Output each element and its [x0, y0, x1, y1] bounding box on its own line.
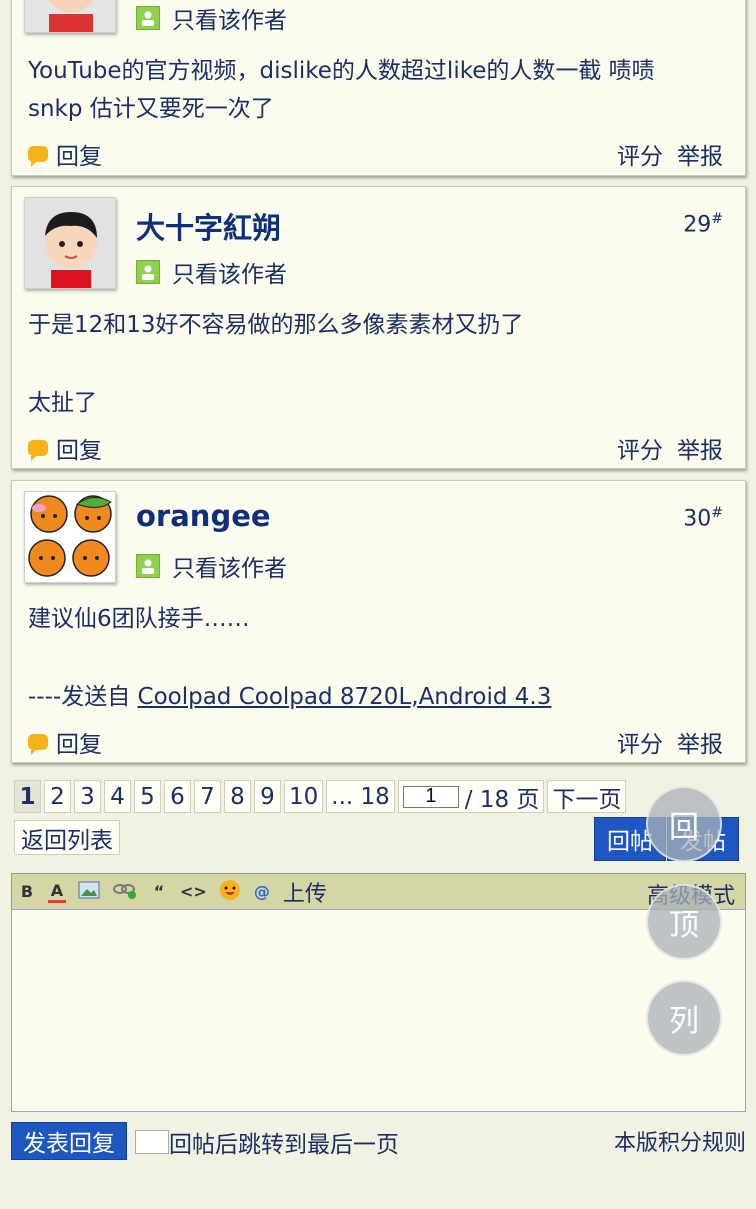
- post-actions: 回复 评分 举报: [28, 725, 723, 759]
- jump-last-checkbox[interactable]: [135, 1130, 169, 1154]
- submit-row: 发表回复 回帖后跳转到最后一页 本版积分规则: [11, 1122, 746, 1162]
- post-card: 大十字紅朔 29# 只看该作者 于是12和13好不容易做的那么多像素素材又扔了 …: [11, 186, 746, 469]
- quote-icon[interactable]: “: [150, 882, 168, 901]
- floor-value: 30: [683, 506, 712, 532]
- page-8[interactable]: 8: [224, 780, 251, 813]
- reply-label: 回复: [56, 438, 102, 464]
- page-5[interactable]: 5: [134, 780, 161, 813]
- avatar[interactable]: [24, 491, 116, 583]
- avatar[interactable]: [24, 0, 116, 33]
- post-content-line: 太扯了: [28, 390, 97, 416]
- only-author-label: 只看该作者: [172, 556, 287, 582]
- code-icon[interactable]: <>: [180, 882, 207, 901]
- rules-link[interactable]: 本版积分规则: [614, 1125, 746, 1157]
- floor-mark: #: [711, 211, 723, 227]
- only-author-label: 只看该作者: [172, 8, 287, 34]
- chat-bubble-icon: [28, 440, 48, 461]
- floating-top-button[interactable]: 顶: [646, 884, 722, 960]
- post-content-line: 于是12和13好不容易做的那么多像素素材又扔了: [28, 312, 524, 338]
- reply-label: 回复: [56, 732, 102, 758]
- signature-prefix: ----发送自: [28, 684, 138, 710]
- page-last[interactable]: ... 18: [326, 780, 395, 813]
- floor-number: 30#: [683, 505, 723, 531]
- author-name[interactable]: 大十字紅朔: [136, 205, 281, 247]
- rate-link[interactable]: 评分: [617, 137, 663, 171]
- page-jump: / 18 页: [397, 780, 545, 813]
- post-right-actions: 评分 举报: [617, 431, 723, 465]
- only-author-label: 只看该作者: [172, 262, 287, 288]
- submit-reply-button[interactable]: 发表回复: [11, 1122, 127, 1160]
- author-name[interactable]: orangee: [136, 499, 271, 533]
- page-9[interactable]: 9: [254, 780, 281, 813]
- reply-link[interactable]: 回复: [28, 725, 102, 759]
- pagination: 1 2 3 4 5 6 7 8 9 10 ... 18 / 18 页 下一页: [14, 780, 627, 813]
- post-right-actions: 评分 举报: [617, 725, 723, 759]
- link-icon[interactable]: [112, 881, 138, 903]
- reply-link[interactable]: 回复: [28, 431, 102, 465]
- device-link[interactable]: Coolpad Coolpad 8720L,Android 4.3: [138, 684, 552, 710]
- floating-list-button[interactable]: 列: [646, 980, 722, 1056]
- page-2[interactable]: 2: [44, 780, 71, 813]
- next-page-button[interactable]: 下一页: [547, 780, 627, 813]
- avatar[interactable]: [24, 197, 116, 289]
- chat-bubble-icon: [28, 734, 48, 755]
- chat-bubble-icon: [28, 146, 48, 167]
- only-author-link[interactable]: 只看该作者: [136, 1, 287, 35]
- post-content-line: YouTube的官方视频，dislike的人数超过like的人数一截 啧啧: [28, 58, 655, 84]
- page-7[interactable]: 7: [194, 780, 221, 813]
- floor-mark: #: [711, 505, 723, 521]
- post-card: orangee 30# 只看该作者 建议仙6团队接手…… ----发送自 Coo…: [11, 480, 746, 763]
- bold-icon[interactable]: B: [18, 882, 36, 901]
- floating-reply-button[interactable]: 回: [646, 786, 722, 862]
- page-10[interactable]: 10: [284, 780, 324, 813]
- page-number-input[interactable]: [402, 785, 459, 808]
- page-4[interactable]: 4: [104, 780, 131, 813]
- reply-label: 回复: [56, 144, 102, 170]
- floor-value: 29: [683, 212, 712, 238]
- page-3[interactable]: 3: [74, 780, 101, 813]
- avatar-image: [25, 198, 115, 288]
- report-link[interactable]: 举报: [677, 431, 723, 465]
- editor-toolbar: B A “ <> @ 上传 高级模式: [11, 873, 746, 910]
- avatar-image: [25, 0, 115, 32]
- emoji-icon[interactable]: [219, 879, 241, 905]
- reply-textarea[interactable]: [11, 909, 746, 1112]
- back-to-list-button[interactable]: 返回列表: [14, 820, 120, 855]
- avatar-image: [25, 492, 115, 582]
- page-1[interactable]: 1: [14, 780, 41, 813]
- post-signature-line: ----发送自 Coolpad Coolpad 8720L,Android 4.…: [28, 677, 551, 711]
- report-link[interactable]: 举报: [677, 725, 723, 759]
- font-color-icon[interactable]: A: [48, 881, 66, 903]
- post-actions: 回复 评分 举报: [28, 431, 723, 465]
- user-icon: [136, 6, 160, 30]
- upload-link[interactable]: 上传: [283, 876, 327, 908]
- page-total: / 18 页: [464, 786, 540, 813]
- mention-icon[interactable]: @: [253, 882, 271, 901]
- rate-link[interactable]: 评分: [617, 431, 663, 465]
- floor-number: 29#: [683, 211, 723, 237]
- report-link[interactable]: 举报: [677, 137, 723, 171]
- post-actions: 回复 评分 举报: [28, 137, 723, 171]
- reply-link[interactable]: 回复: [28, 137, 102, 171]
- image-icon[interactable]: [78, 881, 100, 903]
- rate-link[interactable]: 评分: [617, 725, 663, 759]
- only-author-link[interactable]: 只看该作者: [136, 255, 287, 289]
- post-card: 只看该作者 YouTube的官方视频，dislike的人数超过like的人数一截…: [11, 0, 746, 176]
- user-icon: [136, 260, 160, 284]
- post-content-line: snkp 估计又要死一次了: [28, 96, 274, 122]
- only-author-link[interactable]: 只看该作者: [136, 549, 287, 583]
- user-icon: [136, 554, 160, 578]
- page-6[interactable]: 6: [164, 780, 191, 813]
- post-right-actions: 评分 举报: [617, 137, 723, 171]
- post-content-line: 建议仙6团队接手……: [28, 606, 250, 632]
- jump-last-label: 回帖后跳转到最后一页: [169, 1132, 399, 1158]
